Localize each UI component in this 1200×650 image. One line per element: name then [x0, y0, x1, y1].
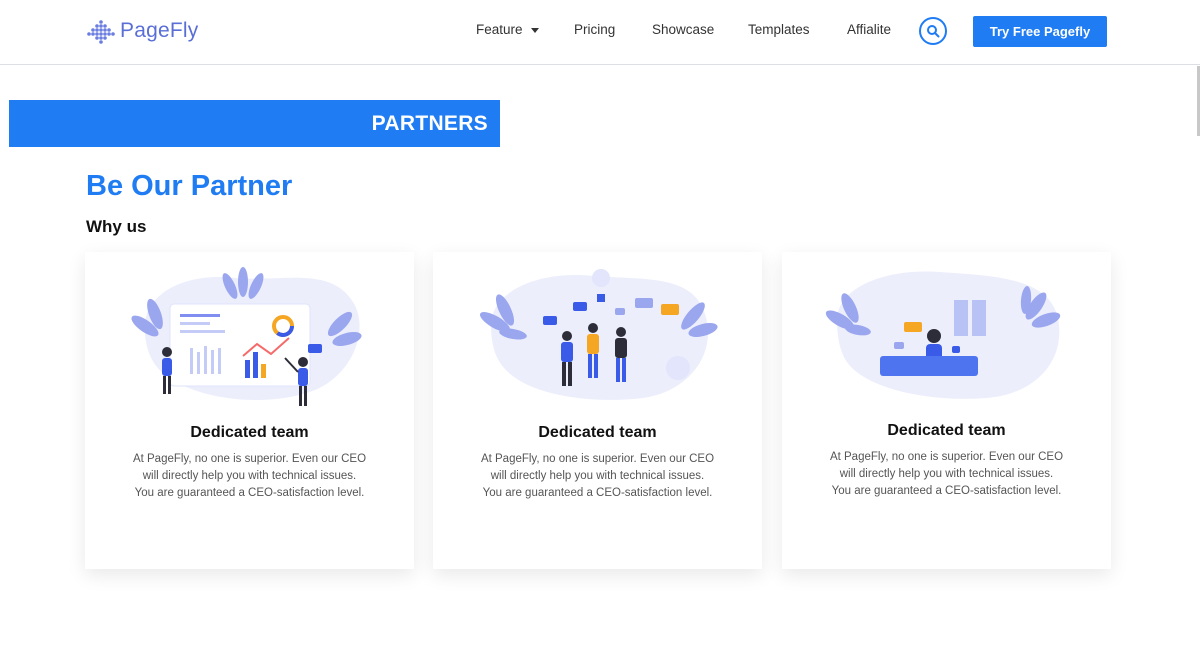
card-description: At PageFly, no one is superior. Even our…	[467, 451, 728, 502]
try-free-button[interactable]: Try Free Pagefly	[973, 16, 1107, 47]
nav-feature[interactable]: Feature	[476, 22, 539, 37]
card-description-line: You are guaranteed a CEO-satisfaction le…	[831, 485, 1062, 497]
team-chat-illustration	[479, 269, 718, 400]
page-title: Be Our Partner	[86, 170, 293, 202]
nav-affialite[interactable]: Affialite	[847, 22, 891, 37]
nav-feature-label: Feature	[476, 22, 523, 37]
partners-banner: PARTNERS	[9, 100, 500, 147]
card-description-line: You are guaranteed a CEO-satisfaction le…	[134, 487, 365, 499]
search-icon	[927, 25, 940, 38]
dashboard-team-illustration	[131, 267, 362, 406]
nav-pricing[interactable]: Pricing	[574, 22, 615, 37]
card-description-line: will directly help you with technical is…	[142, 470, 357, 482]
card-description: At PageFly, no one is superior. Even our…	[816, 449, 1077, 500]
chevron-down-icon	[530, 27, 539, 33]
card-title: Dedicated team	[887, 422, 1006, 439]
card-description-line: At PageFly, no one is superior. Even our…	[480, 453, 715, 465]
card-description-line: At PageFly, no one is superior. Even our…	[829, 451, 1064, 463]
section-subtitle: Why us	[86, 217, 147, 236]
support-desk-illustration	[825, 271, 1061, 399]
feature-card: Dedicated team At PageFly, no one is sup…	[433, 252, 762, 569]
feature-card: Dedicated team At PageFly, no one is sup…	[782, 252, 1111, 569]
card-description-line: You are guaranteed a CEO-satisfaction le…	[482, 487, 713, 499]
nav-showcase[interactable]: Showcase	[652, 22, 714, 37]
card-title: Dedicated team	[538, 424, 657, 441]
nav-templates[interactable]: Templates	[748, 22, 810, 37]
card-description-line: will directly help you with technical is…	[839, 468, 1054, 480]
partners-banner-label: PARTNERS	[371, 111, 488, 135]
card-description-line: At PageFly, no one is superior. Even our…	[132, 453, 367, 465]
card-description-line: will directly help you with technical is…	[490, 470, 705, 482]
feature-card: Dedicated team At PageFly, no one is sup…	[85, 252, 414, 569]
card-description: At PageFly, no one is superior. Even our…	[119, 451, 380, 502]
search-button[interactable]	[919, 17, 947, 45]
site-header: PageFly Feature Pricing Showcase Templat…	[0, 0, 1200, 65]
card-title: Dedicated team	[190, 424, 309, 441]
